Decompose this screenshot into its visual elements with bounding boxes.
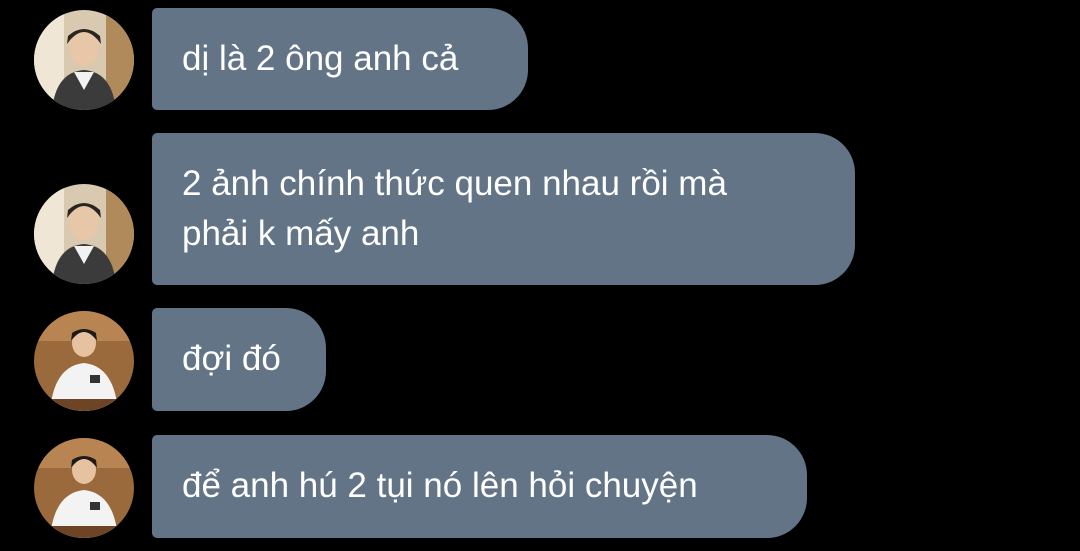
message-text-line: 2 ảnh chính thức quen nhau rồi mà [182,164,727,203]
message-text: để anh hú 2 tụi nó lên hỏi chuyện [182,466,698,505]
profile-photo-icon [34,184,134,284]
message-text: dị là 2 ông anh cả [182,39,459,78]
profile-photo-icon [34,10,134,110]
avatar[interactable] [34,438,134,538]
message-bubble[interactable]: dị là 2 ông anh cả [152,8,528,110]
profile-photo-icon [34,311,134,411]
avatar[interactable] [34,311,134,411]
message-text: đợi đó [182,339,281,378]
message-bubble[interactable]: 2 ảnh chính thức quen nhau rồi mà phải k… [152,133,855,285]
message-text-line: phải k mấy anh [182,214,420,253]
message-bubble[interactable]: đợi đó [152,308,326,411]
profile-photo-icon [34,438,134,538]
chat-thread: dị là 2 ông anh cả 2 ảnh chính thức quen… [0,0,1080,551]
avatar[interactable] [34,10,134,110]
message-bubble[interactable]: để anh hú 2 tụi nó lên hỏi chuyện [152,435,807,538]
avatar[interactable] [34,184,134,284]
